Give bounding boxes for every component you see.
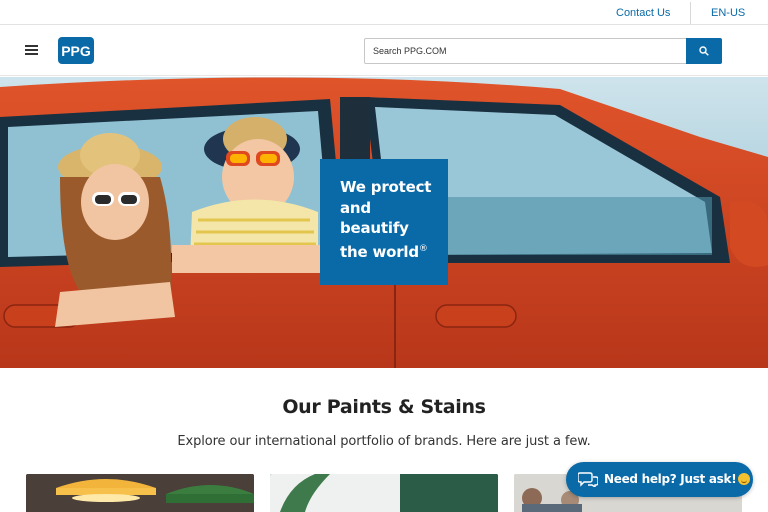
utility-divider — [690, 2, 691, 24]
trademark-symbol: ® — [418, 243, 428, 254]
chat-label: Need help? Just ask! — [604, 472, 751, 486]
svg-text:PPG: PPG — [61, 43, 91, 59]
tagline-line-2: and — [340, 198, 371, 217]
search-input[interactable] — [364, 38, 686, 64]
search-button[interactable] — [686, 38, 722, 64]
menu-icon[interactable] — [25, 45, 38, 55]
hero-tagline: We protect and beautify the world® — [320, 159, 448, 285]
chat-label-text: Need help? Just ask! — [604, 472, 737, 486]
smile-emoji-icon — [738, 473, 751, 485]
utility-bar: Contact Us EN-US — [0, 0, 768, 25]
tagline-line-4: the world® — [340, 239, 434, 263]
contact-us-link[interactable]: Contact Us — [616, 7, 670, 19]
brand-card[interactable] — [270, 474, 498, 512]
tagline-line-3: beautify — [340, 219, 409, 237]
tagline-line-4-text: the world — [340, 242, 419, 261]
brand-card-image — [270, 474, 498, 512]
chat-help-button[interactable]: Need help? Just ask! — [566, 462, 753, 497]
brand-card[interactable] — [26, 474, 254, 512]
hero-banner: We protect and beautify the world® — [0, 77, 768, 368]
chat-icon — [578, 472, 598, 487]
section-title: Our Paints & Stains — [282, 396, 486, 418]
ppg-logo[interactable]: PPG — [58, 37, 94, 64]
site-header: PPG — [0, 25, 768, 76]
search-icon — [699, 46, 709, 56]
language-selector[interactable]: EN-US — [711, 7, 745, 19]
brand-card-image — [26, 474, 254, 512]
section-subtitle: Explore our international portfolio of b… — [177, 434, 591, 449]
tagline-line-1: We protect — [340, 178, 432, 196]
